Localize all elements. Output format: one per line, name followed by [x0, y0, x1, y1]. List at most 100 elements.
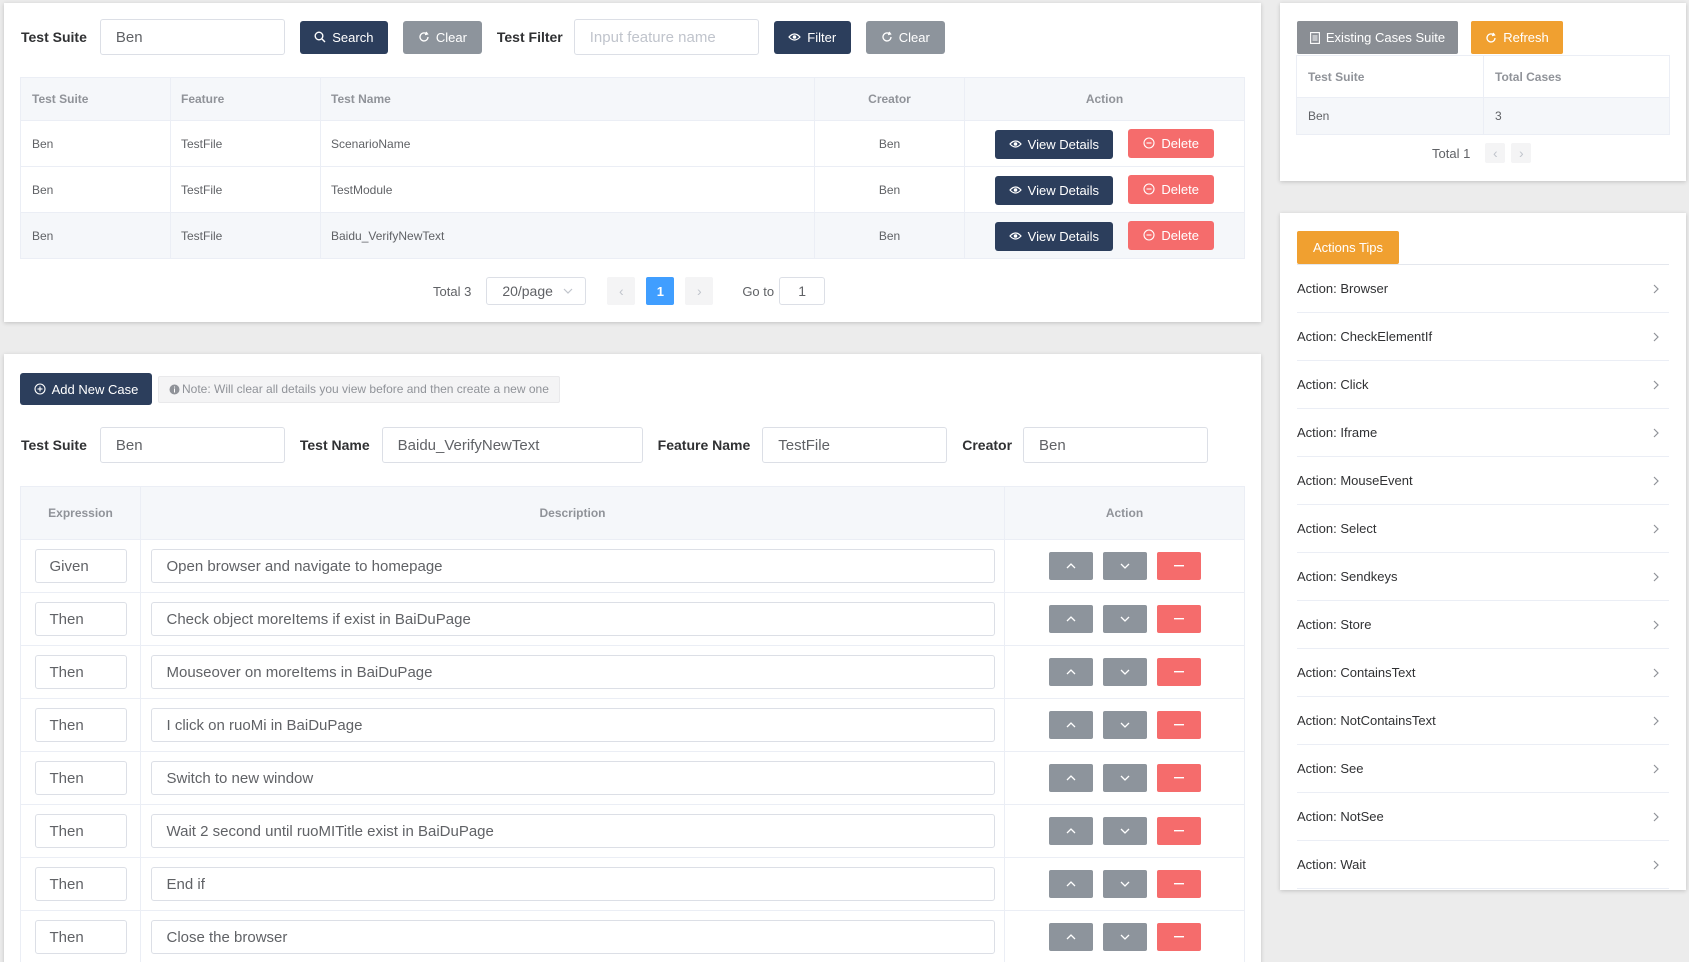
add-new-case-button[interactable]: Add New Case	[20, 373, 152, 405]
view-details-button[interactable]: View Details	[994, 221, 1113, 251]
case-suite-input[interactable]: Ben	[99, 427, 285, 463]
expression-cell: Then	[21, 805, 141, 857]
move-down-button[interactable]	[1102, 552, 1147, 580]
page-number[interactable]: 1	[646, 277, 675, 305]
remove-step-button[interactable]	[1156, 817, 1201, 845]
clear-search-button[interactable]: Clear	[402, 20, 482, 54]
move-down-button[interactable]	[1102, 605, 1147, 633]
move-up-button[interactable]	[1048, 711, 1093, 739]
cell-feature: TestFile	[170, 212, 321, 259]
tip-item[interactable]: Action: See	[1297, 745, 1669, 793]
tip-label: Action: ContainsText	[1297, 665, 1416, 680]
tip-item[interactable]: Action: NotSee	[1297, 793, 1669, 841]
chevron-right-icon	[1653, 524, 1659, 534]
feature-filter-input[interactable]: Input feature name	[573, 19, 759, 55]
search-button[interactable]: Search	[299, 20, 388, 54]
move-down-button[interactable]	[1102, 870, 1147, 898]
move-up-button[interactable]	[1048, 552, 1093, 580]
move-up-button[interactable]	[1048, 658, 1093, 686]
test-suite-input[interactable]: Ben	[99, 19, 285, 55]
remove-step-button[interactable]	[1156, 711, 1201, 739]
creator-label: Creator	[962, 437, 1013, 453]
move-up-button[interactable]	[1048, 817, 1093, 845]
description-input[interactable]: Close the browser	[150, 920, 995, 954]
description-input[interactable]: Mouseover on moreItems in BaiDuPage	[150, 655, 995, 689]
remove-step-button[interactable]	[1156, 764, 1201, 792]
tip-item[interactable]: Action: Browser	[1297, 265, 1669, 313]
case-name-input[interactable]: Baidu_VerifyNewText	[381, 427, 643, 463]
remove-step-button[interactable]	[1156, 605, 1201, 633]
description-cell: Check object moreItems if exist in BaiDu…	[141, 593, 1005, 645]
description-input[interactable]: I click on ruoMi in BaiDuPage	[150, 708, 995, 742]
description-input[interactable]: Switch to new window	[150, 761, 995, 795]
move-up-button[interactable]	[1048, 764, 1093, 792]
delete-label: Delete	[1161, 135, 1199, 151]
expression-input[interactable]: Then	[34, 761, 127, 795]
expression-input[interactable]: Then	[34, 602, 127, 636]
filter-button[interactable]: Filter	[773, 20, 851, 54]
prev-page-button[interactable]: ‹	[607, 277, 636, 305]
delete-button[interactable]: Delete	[1128, 220, 1215, 250]
tip-item[interactable]: Action: Wait	[1297, 841, 1669, 889]
remove-step-button[interactable]	[1156, 870, 1201, 898]
tip-item[interactable]: Action: Iframe	[1297, 409, 1669, 457]
next-page-button[interactable]: ›	[685, 277, 714, 305]
expression-input[interactable]: Then	[34, 655, 127, 689]
existing-cases-suite-button[interactable]: Existing Cases Suite	[1297, 21, 1458, 54]
tip-item[interactable]: Action: Store	[1297, 601, 1669, 649]
view-details-label: View Details	[1027, 182, 1099, 198]
move-down-button[interactable]	[1102, 764, 1147, 792]
expression-cell: Then	[21, 593, 141, 645]
tip-item[interactable]: Action: CheckElementIf	[1297, 313, 1669, 361]
column-header: Feature	[170, 77, 321, 121]
clear-filter-button[interactable]: Clear	[865, 20, 945, 54]
tip-item[interactable]: Action: Sendkeys	[1297, 553, 1669, 601]
tip-item[interactable]: Action: Select	[1297, 505, 1669, 553]
move-down-button[interactable]	[1102, 711, 1147, 739]
description-input[interactable]: Wait 2 second until ruoMITitle exist in …	[150, 814, 995, 848]
page-size-select[interactable]: 20/page	[486, 277, 587, 305]
cell-creator: Ben	[814, 212, 965, 259]
expression-input[interactable]: Then	[34, 708, 127, 742]
actions-tips-tab[interactable]: Actions Tips	[1297, 231, 1399, 264]
move-up-button[interactable]	[1048, 870, 1093, 898]
goto-label: Go to	[742, 283, 775, 299]
description-input[interactable]: End if	[150, 867, 995, 901]
move-down-button[interactable]	[1102, 923, 1147, 951]
move-down-button[interactable]	[1102, 658, 1147, 686]
refresh-button[interactable]: Refresh	[1471, 21, 1563, 54]
next-page-button[interactable]: ›	[1511, 143, 1532, 163]
step-actions-cell	[1005, 540, 1244, 592]
description-input[interactable]: Open browser and navigate to homepage	[150, 549, 995, 583]
goto-page-input[interactable]: 1	[779, 277, 826, 305]
tip-item[interactable]: Action: MouseEvent	[1297, 457, 1669, 505]
view-details-button[interactable]: View Details	[994, 175, 1113, 205]
prev-page-button[interactable]: ‹	[1485, 143, 1506, 163]
case-creator-input[interactable]: Ben	[1023, 427, 1209, 463]
move-down-button[interactable]	[1102, 817, 1147, 845]
tip-item[interactable]: Action: NotContainsText	[1297, 697, 1669, 745]
move-up-button[interactable]	[1048, 923, 1093, 951]
description-input[interactable]: Check object moreItems if exist in BaiDu…	[150, 602, 995, 636]
expression-input[interactable]: Given	[34, 549, 127, 583]
remove-step-button[interactable]	[1156, 923, 1201, 951]
expression-input[interactable]: Then	[34, 867, 127, 901]
view-details-button[interactable]: View Details	[994, 129, 1113, 159]
tip-item[interactable]: Action: Click	[1297, 361, 1669, 409]
remove-step-button[interactable]	[1156, 658, 1201, 686]
expression-input[interactable]: Then	[34, 920, 127, 954]
chevron-down-icon	[1120, 563, 1130, 569]
delete-label: Delete	[1161, 181, 1199, 197]
column-header: Test Suite	[20, 77, 171, 121]
pagination: Total 3 20/page ‹ 1 › Go to 1	[433, 277, 826, 305]
chevron-up-icon	[1066, 828, 1076, 834]
remove-step-button[interactable]	[1156, 552, 1201, 580]
case-feature-input[interactable]: TestFile	[762, 427, 948, 463]
expression-input[interactable]: Then	[34, 814, 127, 848]
chevron-down-icon	[1120, 775, 1130, 781]
delete-button[interactable]: Delete	[1128, 128, 1215, 158]
delete-button[interactable]: Delete	[1128, 174, 1215, 204]
tip-item[interactable]: Action: ContainsText	[1297, 649, 1669, 697]
move-up-button[interactable]	[1048, 605, 1093, 633]
expression-cell: Then	[21, 858, 141, 910]
